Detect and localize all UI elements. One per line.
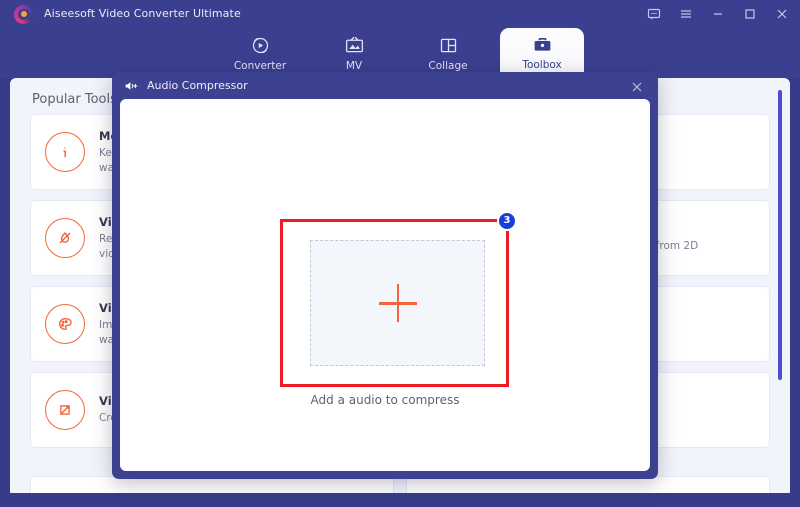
title-bar: Aiseesoft Video Converter Ultimate [0,0,800,28]
window-controls [646,0,790,28]
toolbox-icon [532,34,553,56]
audio-dropzone[interactable] [310,240,485,366]
converter-icon [250,35,271,57]
collage-icon [438,35,459,57]
dropzone-caption: Add a audio to compress [310,393,460,407]
dialog-frame: Audio Compressor 3 Add a audio to compre… [112,72,658,479]
tab-toolbox[interactable]: Toolbox [500,28,584,76]
audio-compressor-dialog: Audio Compressor 3 Add a audio to compre… [112,72,658,479]
tab-mv-label: MV [345,59,363,72]
speaker-add-icon [124,79,139,93]
tab-collage[interactable]: Collage [406,28,490,78]
main-nav: Converter MV Collage Toolbox [0,28,800,78]
dialog-body: 3 Add a audio to compress [120,99,650,471]
menu-icon[interactable] [678,6,694,22]
close-icon[interactable] [774,6,790,22]
palette-icon [45,304,85,344]
application-window: Aiseesoft Video Converter Ultimate Conve… [0,0,800,507]
section-title: Popular Tools [32,92,117,107]
mv-icon [344,35,365,57]
dialog-title: Audio Compressor [147,79,248,92]
maximize-icon[interactable] [742,6,758,22]
dialog-header: Audio Compressor [112,72,658,99]
tab-converter[interactable]: Converter [218,28,302,78]
crop-icon [45,390,85,430]
close-icon[interactable] [630,79,644,98]
annotation-highlight-box: 3 [280,211,517,387]
app-title: Aiseesoft Video Converter Ultimate [44,7,241,20]
tab-toolbox-label: Toolbox [522,58,562,71]
minimize-icon[interactable] [710,6,726,22]
info-circle-icon [45,132,85,172]
feedback-icon[interactable] [646,6,662,22]
tab-converter-label: Converter [233,59,287,72]
annotation-step-badge: 3 [497,211,517,231]
tab-collage-label: Collage [428,59,468,72]
tab-mv[interactable]: MV [312,28,396,78]
watermark-remover-icon [45,218,85,258]
aiseesoft-logo-icon [14,5,33,24]
content-scrollbar[interactable] [778,90,782,380]
plus-icon [378,284,417,322]
